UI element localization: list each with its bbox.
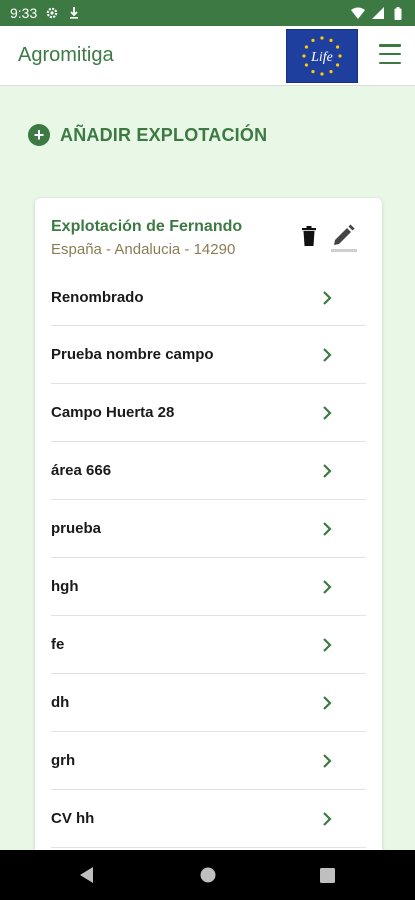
battery-icon [391, 6, 405, 20]
logo-text: Life [310, 50, 333, 65]
field-name: Campo Huerta 28 [51, 404, 175, 421]
eu-star [302, 54, 306, 58]
eu-star [320, 72, 324, 76]
farm-card: Explotación de Fernando España - Andaluc… [35, 198, 382, 858]
field-row[interactable]: dh [51, 674, 366, 732]
field-name: Prueba nombre campo [51, 346, 214, 363]
field-name: dh [51, 694, 70, 711]
add-farm-button[interactable]: + AÑADIR EXPLOTACIÓN [28, 124, 267, 146]
chevron-right-icon [323, 463, 332, 478]
eu-star [329, 69, 333, 74]
field-row[interactable]: CV hh [51, 790, 366, 848]
farm-name: Explotación de Fernando [51, 218, 243, 235]
chevron-right-icon [323, 521, 332, 536]
eu-life-logo: Life [286, 29, 358, 83]
chevron-right-icon [323, 405, 332, 420]
status-bar: 9:33 [0, 0, 415, 26]
eu-star [335, 45, 340, 49]
chevron-right-icon [323, 579, 332, 594]
download-arrow-icon [67, 6, 81, 20]
eu-star [311, 38, 315, 43]
chevron-right-icon [323, 347, 332, 362]
field-name: CV hh [51, 810, 95, 827]
field-row[interactable]: prueba [51, 500, 366, 558]
recents-icon[interactable] [318, 866, 336, 884]
add-farm-label: AÑADIR EXPLOTACIÓN [60, 124, 268, 145]
hamburger-menu-icon[interactable] [379, 44, 401, 64]
field-row[interactable]: fe [51, 616, 366, 674]
field-name: hgh [51, 578, 79, 595]
wifi-icon [351, 6, 365, 20]
field-name: área 666 [51, 462, 112, 479]
edit-icon[interactable] [331, 222, 357, 252]
signal-icon [371, 6, 385, 20]
field-row[interactable]: grh [51, 732, 366, 790]
field-list: Renombrado Prueba nombre campo Campo Huert… [35, 270, 382, 848]
field-name: Renombrado [51, 289, 144, 306]
app-title: Agromitiga [18, 44, 114, 66]
app-bar: Agromitiga Life [0, 26, 415, 86]
chevron-right-icon [323, 695, 332, 710]
eu-star [304, 63, 309, 67]
eu-star [304, 45, 309, 49]
settings-gear-icon [45, 6, 59, 20]
chevron-right-icon [323, 637, 332, 652]
chevron-right-icon [323, 811, 332, 826]
delete-icon[interactable] [301, 226, 317, 246]
eu-star [335, 63, 340, 67]
field-row[interactable]: área 666 [51, 442, 366, 500]
eu-star [338, 54, 342, 58]
farm-location: España - Andalucia - 14290 [51, 241, 236, 258]
field-name: prueba [51, 520, 102, 537]
home-icon[interactable] [199, 866, 217, 884]
field-row[interactable]: hgh [51, 558, 366, 616]
navigation-bar [0, 850, 415, 900]
field-row[interactable]: Prueba nombre campo [51, 326, 366, 384]
farm-card-header: Explotación de Fernando España - Andaluc… [35, 198, 382, 270]
eu-star [311, 69, 315, 74]
status-time: 9:33 [10, 5, 38, 21]
eu-star [329, 38, 333, 43]
field-row[interactable]: Campo Huerta 28 [51, 384, 366, 442]
add-circle-icon: + [28, 124, 50, 146]
chevron-right-icon [323, 753, 332, 768]
field-row[interactable]: Renombrado [51, 270, 366, 326]
field-name: grh [51, 752, 76, 769]
eu-stars-icon: Life [302, 36, 342, 76]
eu-star [320, 36, 324, 40]
field-name: fe [51, 636, 65, 653]
chevron-right-icon [323, 290, 332, 305]
back-icon[interactable] [78, 866, 96, 884]
